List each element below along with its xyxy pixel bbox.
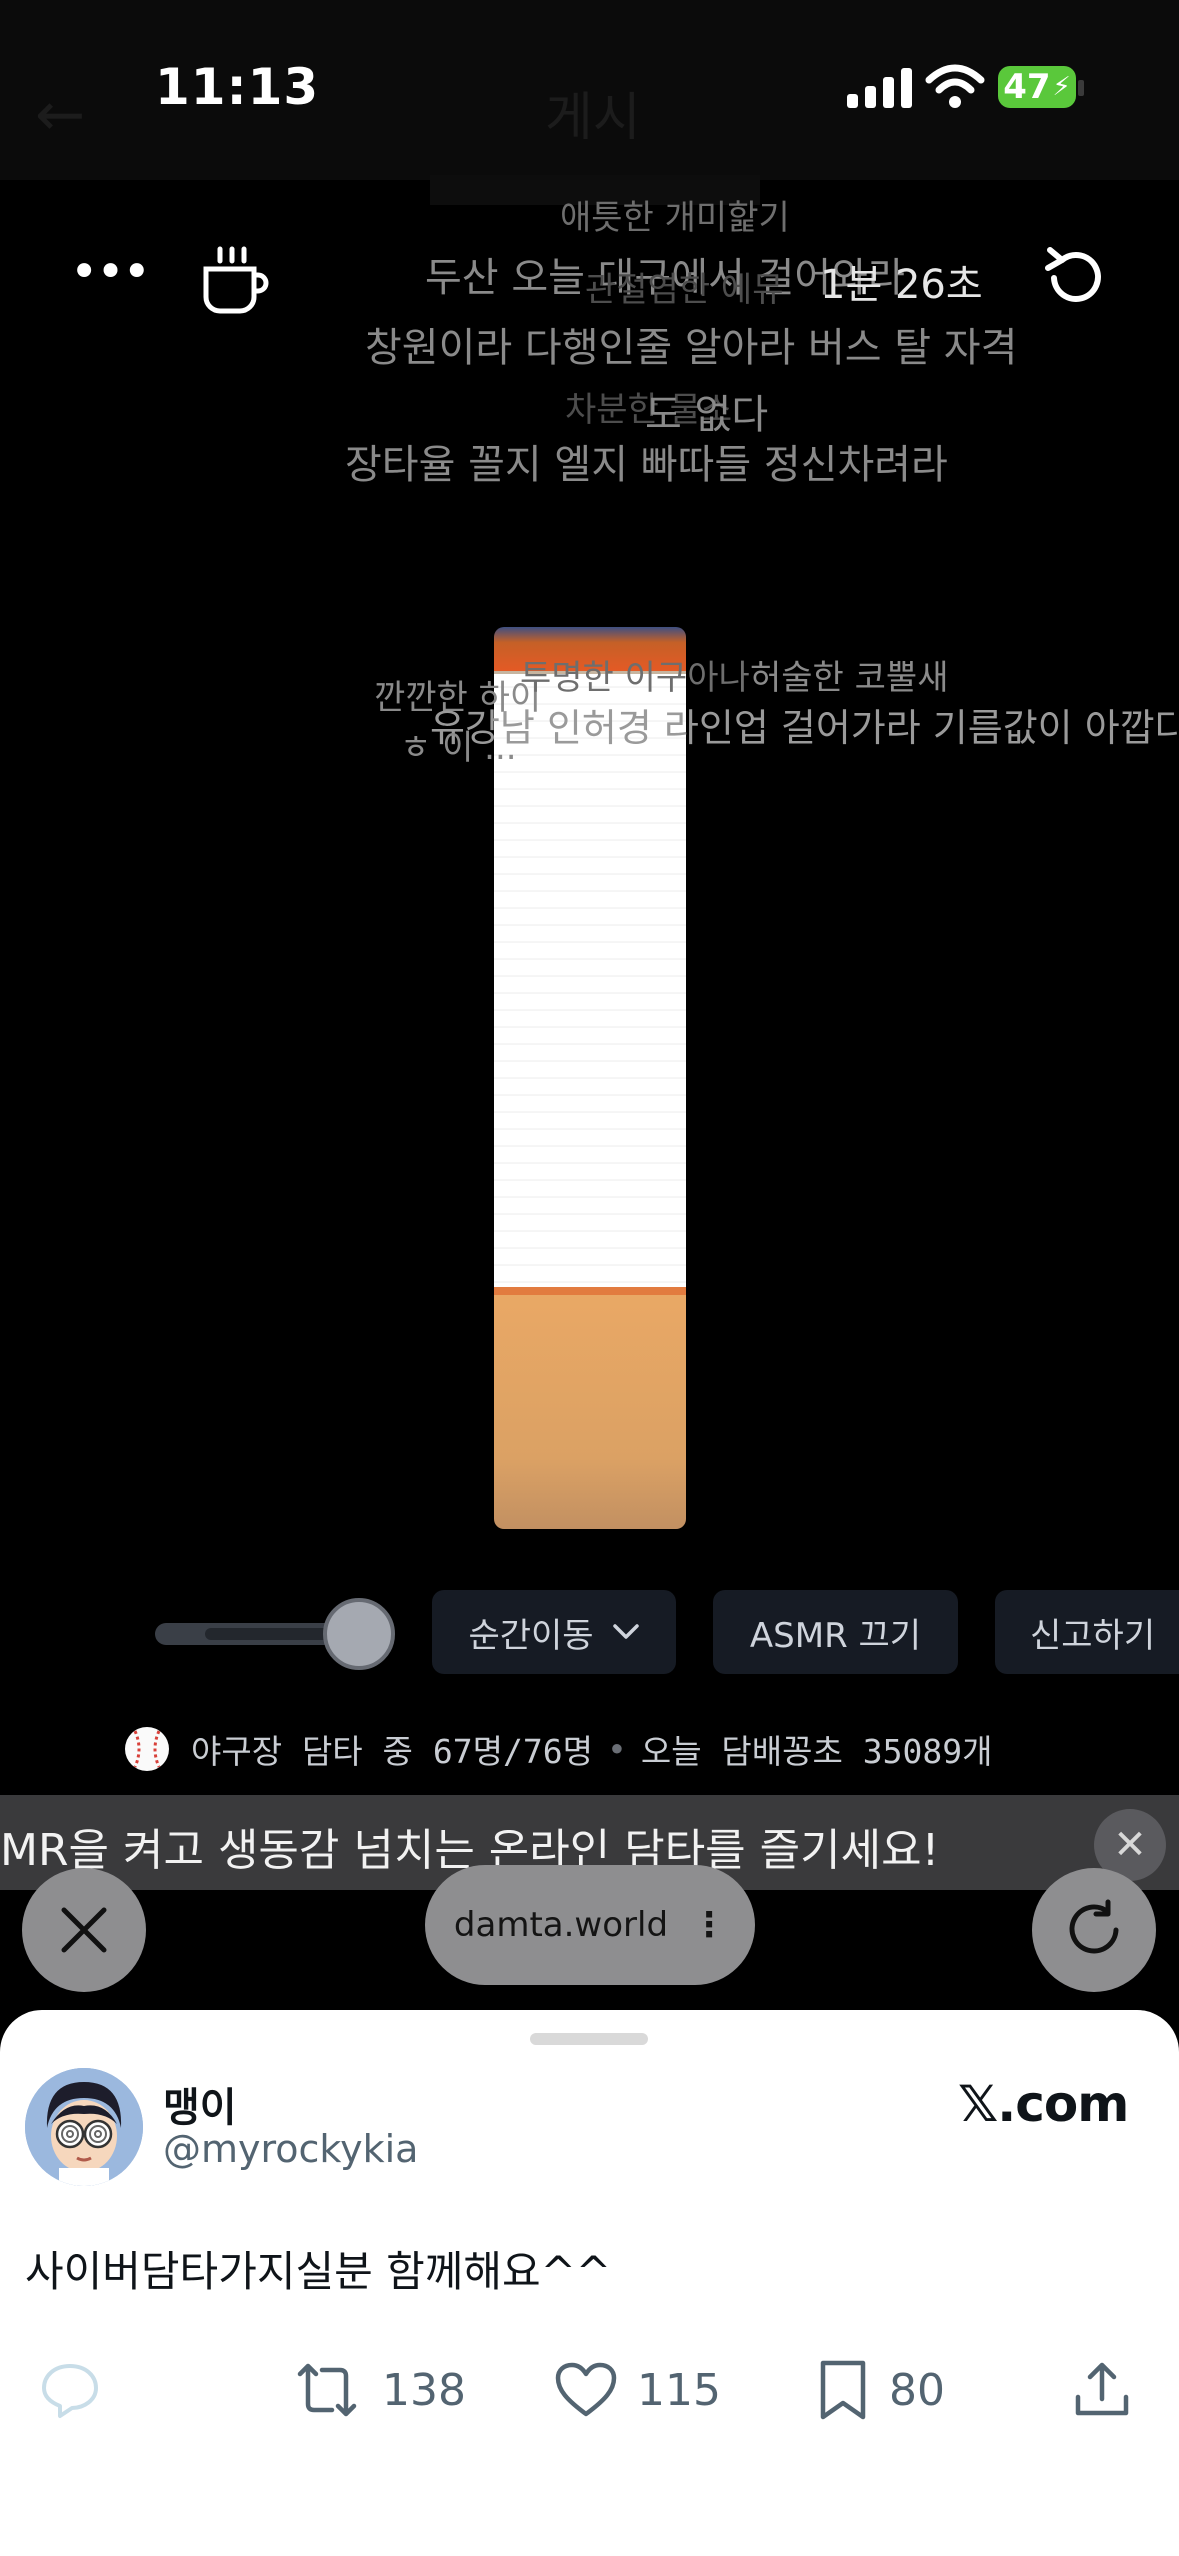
reload-icon [1069,1899,1119,1954]
battery-percent: 47 [1003,67,1051,107]
cigarette-filter-band [494,1287,686,1295]
reload-button[interactable] [1032,1868,1156,1992]
user-count: 67명/76명 [432,1732,593,1771]
teleport-dropdown[interactable]: 순간이동 [432,1590,676,1674]
more-vertical-icon[interactable]: ⋮ [692,1905,726,1945]
reply-icon [42,2364,98,2418]
bookmark-count: 80 [889,2364,945,2416]
chat-nickname: 애틋한 개미핥기 [560,198,790,238]
baseball-icon [125,1727,169,1771]
heart-icon [555,2362,617,2417]
volume-slider-knob[interactable] [323,1598,395,1670]
location-text: 야구장 담타 중 [191,1732,413,1771]
close-icon [61,1907,107,1953]
x-logo-link[interactable]: 𝕏.com [958,2075,1129,2133]
coffee-cup-icon[interactable] [198,245,270,317]
battery-indicator: 47 ⚡ [998,66,1076,108]
chevron-down-icon [612,1624,639,1639]
reset-icon[interactable] [1040,242,1112,314]
chat-message: 창원이라 다행인줄 알아라 버스 탈 자격 [365,325,1018,371]
ghost-page-title: 게시 [545,88,641,148]
reply-button[interactable] [38,2355,120,2425]
share-button[interactable] [1072,2355,1150,2425]
chat-nickname: 관절염한 에뮤 [585,270,784,310]
retweet-icon [297,2363,357,2417]
close-browser-button[interactable] [22,1868,146,1992]
chat-nickname: 허술한 코뿔새 [750,658,949,698]
wifi-icon [925,64,985,108]
teleport-label: 순간이동 [468,1615,594,1656]
url-pill[interactable]: damta.world ⋮ [425,1865,755,1985]
today-butt-count: 오늘 담배꽁초 35089개 [640,1732,993,1771]
more-menu-button[interactable]: ••• [70,248,151,305]
cellular-signal-icon [847,68,912,108]
cigarette[interactable] [494,627,686,1529]
cigarette-filter [494,1295,686,1529]
like-button[interactable]: 115 [553,2355,721,2425]
chat-message: ㅎ 이 ... [400,728,517,768]
charging-bolt-icon: ⚡ [1052,72,1071,102]
back-arrow-icon: ← [35,80,86,150]
chat-nickname: 투명한 이구아나 [520,658,750,698]
tweet-text: 사이버담타가지실분 함께해요^^ [25,2247,612,2296]
tweet-author-handle[interactable]: @myrockykia [163,2127,418,2171]
session-timer: 1분 26초 [820,262,983,308]
report-button[interactable]: 신고하기 [995,1590,1179,1674]
url-text: damta.world [453,1905,669,1945]
retweet-button[interactable]: 138 [290,2355,466,2425]
bookmark-icon [820,2360,866,2420]
share-icon [1075,2362,1129,2416]
avatar[interactable] [25,2068,143,2186]
bookmark-button[interactable]: 80 [815,2355,945,2425]
tweet-author-name[interactable]: 맹이 [163,2075,237,2133]
room-info-bar: 야구장 담타 중 67명/76명 • 오늘 담배꽁초 35089개 [125,1720,992,1778]
status-time: 11:13 [155,58,320,116]
retweet-count: 138 [382,2364,466,2416]
asmr-toggle-button[interactable]: ASMR 끄기 [713,1590,958,1674]
battery-cap [1078,80,1084,96]
chat-message: 장타율 꼴지 엘지 빠따들 정신차려라 [345,442,948,488]
separator-dot: • [606,1729,627,1769]
like-count: 115 [637,2364,721,2416]
sheet-grabber[interactable] [530,2033,648,2045]
cigarette-paper [494,671,686,1331]
chat-message: 유강남 인허경 라인업 걸어가라 기름값이 아깝다 [430,706,1179,750]
